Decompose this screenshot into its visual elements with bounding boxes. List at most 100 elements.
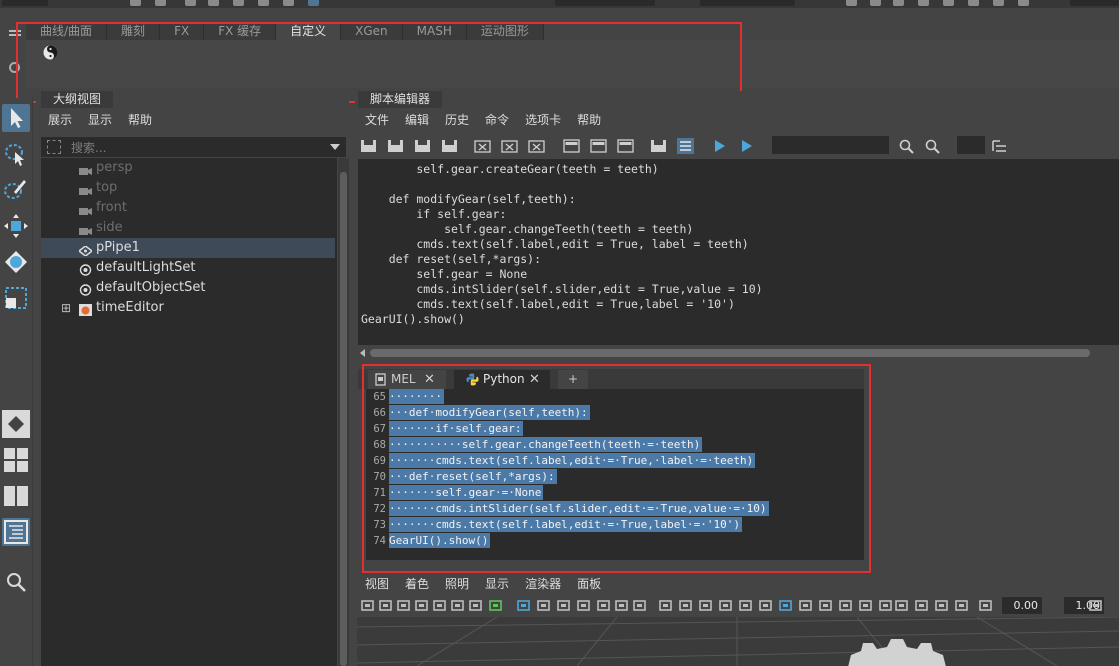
viewport-tool-icon[interactable] (894, 598, 909, 613)
search-tool-button[interactable] (2, 568, 30, 596)
shelf-tab-custom[interactable]: 自定义 (276, 22, 342, 40)
tab-python[interactable]: Python ✕ (454, 370, 550, 389)
toolbar-icon[interactable] (258, 0, 269, 6)
viewport-tool-icon[interactable] (978, 598, 993, 613)
outliner-scrollbar[interactable] (338, 158, 349, 666)
code-line[interactable]: ·······if·self.gear: (389, 421, 524, 436)
viewport-tool-icon[interactable] (758, 598, 773, 613)
search-prev-icon[interactable] (924, 138, 941, 154)
toolbar-icon[interactable] (968, 0, 979, 6)
search-next-icon[interactable] (898, 138, 915, 154)
show-both-icon[interactable] (617, 138, 634, 154)
3d-viewport[interactable] (357, 617, 1119, 666)
search-options-icon[interactable] (47, 140, 61, 154)
viewport-tool-icon[interactable] (360, 598, 375, 613)
viewport-tool-icon[interactable] (378, 598, 393, 613)
toolbar-icon[interactable] (185, 0, 196, 6)
viewport-tool-icon[interactable] (576, 598, 591, 613)
rotate-tool-button[interactable] (2, 248, 30, 276)
vp-menu-view[interactable]: 视图 (358, 575, 398, 593)
scroll-left-arrow-icon[interactable] (360, 349, 365, 357)
shelf-tab-mash[interactable]: MASH (402, 22, 467, 40)
viewport-tool-icon[interactable] (450, 598, 465, 613)
outliner-item-persp[interactable]: persp (41, 158, 335, 178)
viewport-tool-icon[interactable] (614, 598, 629, 613)
viewport-tool-icon[interactable] (698, 598, 713, 613)
vp-menu-shading[interactable]: 着色 (398, 575, 438, 593)
execute-selected-icon[interactable] (738, 138, 755, 154)
outliner-search-bar[interactable]: 搜索... (41, 137, 346, 157)
menu-set-dropdown[interactable] (2, 0, 48, 6)
save-script-shelf-icon[interactable] (441, 138, 458, 154)
tab-mel[interactable]: MEL ✕ (368, 370, 446, 389)
vp-menu-lighting[interactable]: 照明 (438, 575, 478, 593)
viewport-tool-icon[interactable] (432, 598, 447, 613)
toolbar-icon[interactable] (155, 0, 166, 6)
toolbar-icon[interactable] (870, 0, 881, 6)
code-line[interactable]: ···def·reset(self,*args): (389, 469, 557, 484)
save-script-icon[interactable] (414, 138, 431, 154)
source-script-icon[interactable] (387, 138, 404, 154)
toolbar-icon[interactable] (208, 0, 219, 6)
toolbar-icon[interactable] (233, 0, 244, 6)
code-line[interactable]: ·······cmds.text(self.label,edit·=·True,… (389, 517, 742, 532)
input-field[interactable] (555, 0, 655, 6)
viewport-tool-icon[interactable] (468, 598, 483, 613)
viewport-tool-icon[interactable] (488, 598, 503, 613)
outliner-tab[interactable]: 大纲视图 (41, 91, 114, 108)
viewport-tool-icon[interactable] (718, 598, 733, 613)
se-menu-tabs[interactable]: 选项卡 (518, 111, 570, 129)
viewport-tool-icon[interactable] (858, 598, 873, 613)
viewport-tool-icon[interactable] (516, 598, 531, 613)
single-view-layout-button[interactable] (2, 410, 30, 438)
outliner-item-top[interactable]: top (41, 178, 335, 198)
move-tool-button[interactable] (2, 212, 30, 240)
viewport-tool-icon[interactable] (934, 598, 949, 613)
shelf-tab-curves[interactable]: 曲线/曲面 (26, 22, 108, 40)
viewport-tool-icon[interactable] (632, 598, 647, 613)
show-history-icon[interactable] (563, 138, 580, 154)
vp-menu-panels[interactable]: 面板 (570, 575, 610, 593)
toolbar-icon[interactable] (918, 0, 929, 6)
se-menu-edit[interactable]: 编辑 (398, 111, 438, 129)
shelf-tab-xgen[interactable]: XGen (341, 22, 403, 40)
clear-history-icon[interactable] (474, 138, 491, 154)
viewport-tool-icon[interactable] (878, 598, 893, 613)
outliner-layout-button[interactable] (2, 518, 30, 546)
four-view-layout-button[interactable] (2, 446, 30, 474)
viewport-tool-icon[interactable] (556, 598, 571, 613)
vp-menu-show[interactable]: 显示 (478, 575, 518, 593)
outliner-item-ppipe1[interactable]: pPipe1 (41, 238, 335, 258)
code-line[interactable]: ···········self.gear.changeTeeth(teeth·=… (389, 437, 703, 452)
line-numbers-icon[interactable] (677, 138, 694, 154)
toolbar-icon[interactable] (943, 0, 954, 6)
code-line[interactable]: GearUI().show() (389, 533, 491, 548)
chevron-down-icon[interactable] (330, 144, 340, 150)
input-field[interactable] (700, 0, 795, 6)
viewport-tool-icon[interactable] (658, 598, 673, 613)
outliner-item-timeeditor[interactable]: ⊞ timeEditor (41, 298, 335, 318)
login-button[interactable] (1070, 0, 1119, 6)
toolbar-icon[interactable] (846, 0, 857, 6)
clear-all-icon[interactable] (528, 138, 545, 154)
outliner-menu-help[interactable]: 帮助 (121, 111, 161, 129)
toolbar-icon[interactable] (893, 0, 904, 6)
shelf-tab-fx[interactable]: FX (160, 22, 205, 40)
python-input-editor[interactable]: 65 ········ 66 ···def·modifyGear(self,teeth… (366, 389, 864, 560)
shelf-menu-icon[interactable] (9, 30, 21, 32)
shelf-tab-sculpt[interactable]: 雕刻 (107, 22, 161, 40)
paint-select-tool-button[interactable] (2, 176, 30, 204)
clear-input-icon[interactable] (501, 138, 518, 154)
code-line[interactable]: ········ (389, 389, 444, 404)
open-script-icon[interactable] (360, 138, 377, 154)
outliner-item-side[interactable]: side (41, 218, 335, 238)
exposure-field[interactable]: 0.00 (1002, 597, 1042, 614)
expand-icon[interactable]: ⊞ (61, 298, 71, 318)
code-line[interactable]: ·······cmds.text(self.label,edit·=·True,… (389, 453, 756, 468)
lasso-tool-button[interactable] (2, 140, 30, 168)
viewport-tool-icon[interactable] (914, 598, 929, 613)
outliner-item-defaultobjectset[interactable]: defaultObjectSet (41, 278, 335, 298)
close-icon[interactable]: ✕ (529, 370, 540, 389)
viewport-tool-icon[interactable] (954, 598, 969, 613)
toolbar-icon[interactable] (283, 0, 294, 6)
